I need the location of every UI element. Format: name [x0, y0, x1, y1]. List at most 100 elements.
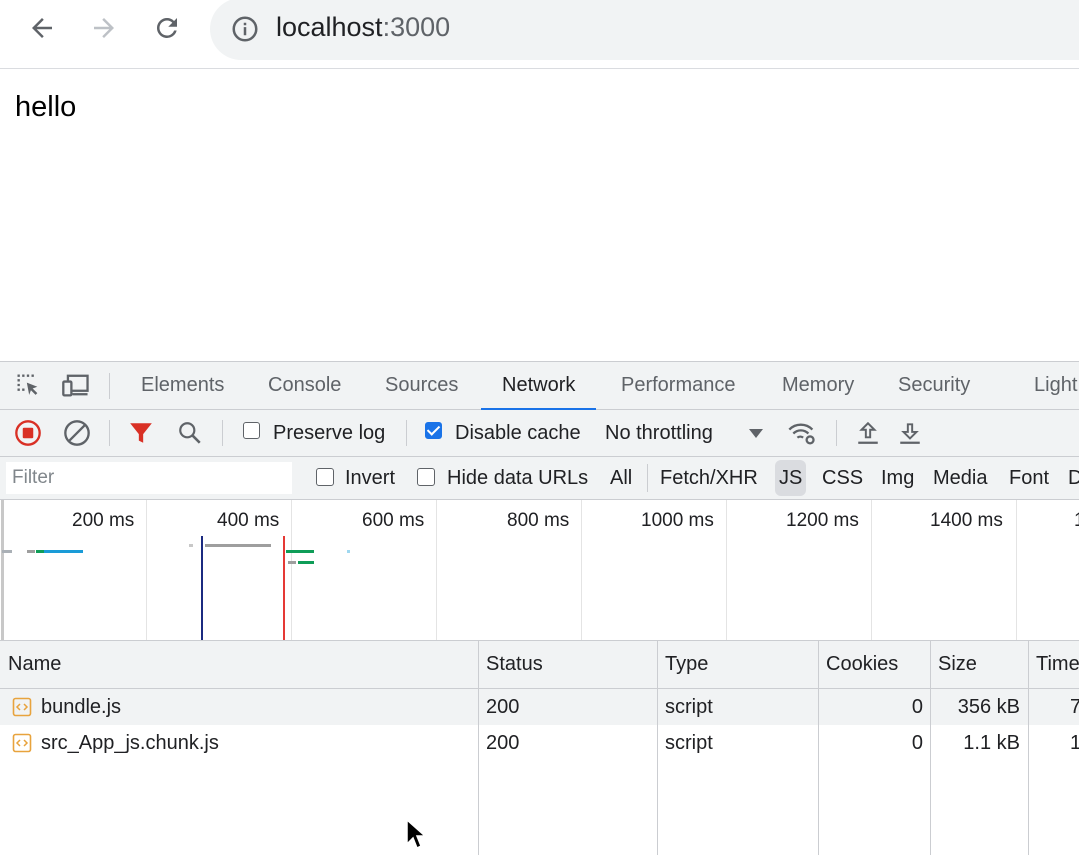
type-filter-img[interactable]: Img	[877, 460, 918, 496]
toolbar-separator	[406, 420, 407, 446]
request-type: script	[665, 732, 713, 754]
toolbar-separator	[222, 420, 223, 446]
column-resizer[interactable]	[657, 641, 658, 855]
clear-icon	[64, 420, 90, 446]
overview-request-bar	[189, 544, 193, 547]
tab-sources[interactable]: Sources	[385, 362, 458, 409]
overview-request-bar	[44, 550, 83, 553]
invert-label[interactable]: Invert	[345, 466, 395, 490]
disable-cache-label[interactable]: Disable cache	[455, 421, 581, 445]
script-file-icon	[12, 697, 32, 717]
column-header-cookies[interactable]: Cookies	[818, 641, 931, 688]
hide-data-urls-label[interactable]: Hide data URLs	[447, 466, 588, 490]
info-icon[interactable]	[230, 14, 260, 44]
browser-toolbar: localhost:3000	[0, 0, 1079, 69]
import-har-button[interactable]	[853, 418, 883, 448]
download-icon	[900, 423, 920, 444]
hide-data-urls-checkbox[interactable]	[417, 468, 435, 486]
overview-tick-label: 1200 ms	[786, 510, 859, 531]
device-toolbar-button[interactable]	[61, 371, 91, 399]
url-text: localhost:3000	[276, 10, 450, 44]
column-header-time[interactable]: Time	[1028, 641, 1079, 688]
tab-lighthouse[interactable]: Light	[1034, 362, 1077, 409]
tabbar-separator	[109, 373, 110, 399]
filter-input[interactable]	[6, 462, 292, 494]
request-status: 200	[486, 732, 520, 754]
record-stop-icon	[15, 420, 41, 446]
overview-request-bar	[286, 550, 314, 553]
request-type: script	[665, 696, 713, 718]
back-button[interactable]	[24, 10, 60, 46]
devtools-panel: Elements Console Sources Network Perform…	[0, 361, 1079, 855]
load-event-marker	[283, 536, 285, 640]
toolbar-separator	[109, 420, 110, 446]
table-row[interactable]: bundle.js 200 script 0 356 kB 7	[0, 689, 1079, 725]
tab-elements[interactable]: Elements	[141, 362, 224, 409]
script-file-icon	[12, 733, 32, 753]
disable-cache-checkbox[interactable]	[425, 422, 442, 439]
request-size: 1.1 kB	[963, 732, 1020, 754]
tab-security[interactable]: Security	[898, 362, 970, 409]
chevron-down-icon[interactable]	[749, 429, 763, 438]
column-resizer[interactable]	[1028, 641, 1029, 855]
network-filter-bar: Invert Hide data URLs All Fetch/XHR JS C…	[0, 457, 1079, 500]
preserve-log-checkbox[interactable]	[243, 422, 260, 439]
column-resizer[interactable]	[478, 641, 479, 855]
tab-network[interactable]: Network	[480, 362, 597, 410]
overview-request-bar	[27, 550, 35, 553]
type-filter-css[interactable]: CSS	[818, 460, 867, 496]
column-header-type[interactable]: Type	[657, 641, 818, 688]
invert-checkbox[interactable]	[316, 468, 334, 486]
requests-table: Name Status Type Cookies Size Time bundl…	[0, 641, 1079, 855]
request-cookies: 0	[911, 732, 923, 754]
type-filter-all[interactable]: All	[606, 460, 636, 496]
reload-button[interactable]	[149, 10, 185, 46]
tab-console[interactable]: Console	[268, 362, 341, 409]
request-status: 200	[486, 696, 520, 718]
throttling-select[interactable]: No throttling	[605, 421, 713, 445]
type-filter-media[interactable]: Media	[929, 460, 991, 496]
preserve-log-label[interactable]: Preserve log	[273, 421, 385, 445]
search-icon	[179, 422, 201, 444]
column-header-status[interactable]: Status	[478, 641, 657, 688]
overview-tick-label: 800 ms	[507, 510, 570, 531]
clear-button[interactable]	[62, 418, 92, 448]
overview-gridline	[1016, 500, 1017, 640]
type-filter-doc[interactable]: D	[1064, 460, 1079, 496]
request-time: 7	[1070, 689, 1079, 725]
column-resizer[interactable]	[818, 641, 819, 855]
forward-button[interactable]	[86, 10, 122, 46]
filter-toggle-button[interactable]	[126, 418, 156, 448]
type-filter-js[interactable]: JS	[775, 460, 807, 496]
table-header: Name Status Type Cookies Size Time	[0, 641, 1079, 689]
column-header-name[interactable]: Name	[0, 641, 478, 688]
upload-icon	[858, 421, 878, 444]
overview-request-bar	[347, 550, 350, 553]
overview-tick-label: 1000 ms	[641, 510, 714, 531]
column-resizer[interactable]	[930, 641, 931, 855]
type-filter-fetch-xhr[interactable]: Fetch/XHR	[656, 460, 762, 496]
page-text: hello	[15, 91, 77, 123]
type-filter-font[interactable]: Font	[1005, 460, 1053, 496]
overview-request-bar	[205, 544, 271, 547]
table-row[interactable]: src_App_js.chunk.js 200 script 0 1.1 kB …	[0, 725, 1079, 761]
overview-tick-label: 600 ms	[362, 510, 425, 531]
request-name[interactable]: bundle.js	[41, 689, 121, 725]
network-toolbar: Preserve log Disable cache No throttling	[0, 410, 1079, 457]
request-time: 1	[1070, 725, 1079, 761]
address-bar[interactable]: localhost:3000	[210, 0, 1079, 60]
mouse-cursor-icon	[406, 818, 427, 850]
record-button[interactable]	[13, 418, 43, 448]
tab-memory[interactable]: Memory	[782, 362, 854, 409]
search-button[interactable]	[175, 418, 205, 448]
overview-gridline	[436, 500, 437, 640]
export-har-button[interactable]	[895, 418, 925, 448]
inspect-element-button[interactable]	[13, 371, 43, 399]
request-name[interactable]: src_App_js.chunk.js	[41, 725, 219, 761]
overview-gridline	[291, 500, 292, 640]
overview-left-handle[interactable]	[1, 500, 4, 640]
network-overview[interactable]: 200 ms 400 ms 600 ms 800 ms 1000 ms 1200…	[0, 500, 1079, 641]
column-header-size[interactable]: Size	[930, 641, 1028, 688]
network-conditions-button[interactable]	[787, 418, 817, 448]
tab-performance[interactable]: Performance	[621, 362, 736, 409]
